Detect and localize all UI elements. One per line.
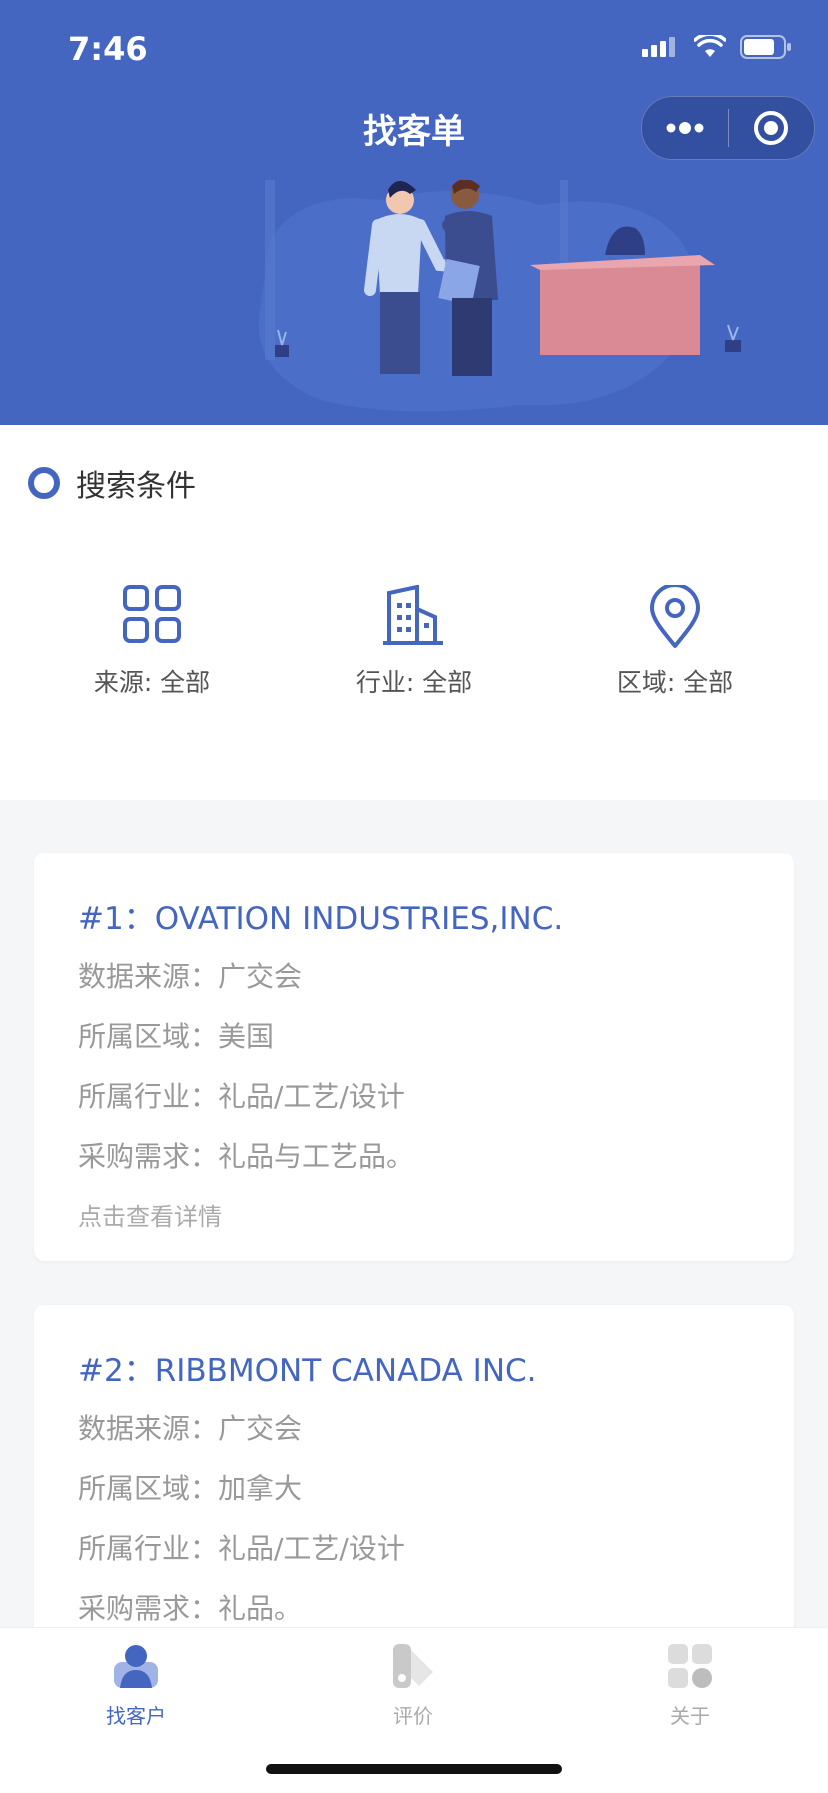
tab-review[interactable]: 评价 [313, 1638, 513, 1729]
card-source: 数据来源：广交会 [78, 960, 303, 993]
tab-find-customers[interactable]: 找客户 [36, 1638, 236, 1729]
close-button[interactable] [729, 97, 815, 159]
more-dots-icon [666, 122, 704, 134]
card-industry: 所属行业：礼品/工艺/设计 [78, 1080, 405, 1113]
review-icon [393, 1644, 433, 1688]
status-time: 7:46 [68, 30, 148, 68]
wifi-icon [694, 35, 726, 57]
grid-icon [123, 585, 181, 643]
tab-label: 评价 [393, 1704, 433, 1728]
card-industry: 所属行业：礼品/工艺/设计 [78, 1532, 405, 1565]
home-indicator [266, 1764, 562, 1774]
apps-icon [668, 1644, 712, 1688]
card-demand: 采购需求：礼品与工艺品。 [78, 1140, 415, 1173]
card-title: #1：OVATION INDUSTRIES,INC. [78, 901, 564, 937]
tab-label: 关于 [670, 1704, 710, 1728]
target-circle-icon [754, 111, 789, 145]
filter-industry-label: 行业: 全部 [355, 668, 473, 697]
location-pin-icon [650, 585, 700, 648]
battery-icon [740, 35, 791, 59]
card-region: 所属区域：美国 [78, 1020, 275, 1053]
handshake-illustration [258, 180, 741, 412]
section-ring-icon [28, 467, 60, 499]
signal-icon [642, 37, 675, 57]
filter-region-label: 区域: 全部 [616, 668, 734, 697]
more-button[interactable] [642, 97, 728, 159]
search-title: 搜索条件 [76, 469, 196, 504]
status-icons [642, 34, 792, 60]
card-demand: 采购需求：礼品。 [78, 1592, 303, 1625]
card-source: 数据来源：广交会 [78, 1412, 303, 1445]
card-region: 所属区域：加拿大 [78, 1472, 303, 1505]
filter-industry[interactable]: 行业: 全部 [324, 585, 504, 699]
mini-program-capsule [641, 96, 815, 160]
customer-card[interactable]: #1：OVATION INDUSTRIES,INC. 数据来源：广交会 所属区域… [34, 853, 794, 1261]
tab-about[interactable]: 关于 [590, 1638, 790, 1729]
customer-card[interactable]: #2：RIBBMONT CANADA INC. 数据来源：广交会 所属区域：加拿… [34, 1305, 794, 1645]
view-details-link[interactable]: 点击查看详情 [78, 1197, 222, 1232]
tab-label: 找客户 [106, 1704, 166, 1728]
filter-row: 来源: 全部 行业: 全部 区域: 全部 [0, 585, 828, 705]
building-icon [383, 585, 443, 645]
filter-region[interactable]: 区域: 全部 [585, 585, 765, 699]
filter-source[interactable]: 来源: 全部 [62, 585, 242, 699]
filter-source-label: 来源: 全部 [93, 668, 211, 697]
search-title-row: 搜索条件 [28, 461, 196, 505]
person-icon [114, 1645, 158, 1688]
header-banner: 7:46 找客单 [0, 0, 828, 425]
search-conditions-section: 搜索条件 来源: 全部 行业: 全部 区域: 全部 [0, 425, 828, 800]
card-title: #2：RIBBMONT CANADA INC. [78, 1353, 537, 1389]
